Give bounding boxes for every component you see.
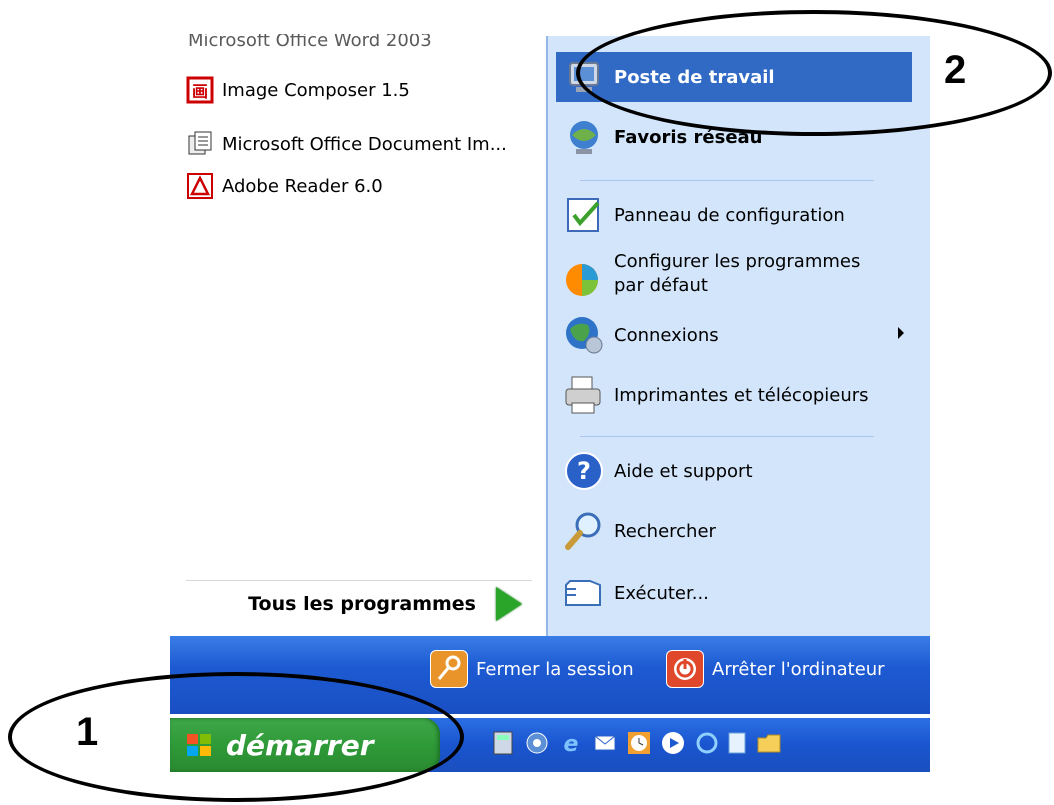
network-places-icon [562, 115, 606, 159]
internet-explorer-icon[interactable]: e [558, 730, 584, 757]
outlook-icon[interactable] [592, 730, 618, 756]
separator [580, 436, 874, 437]
aide-label: Aide et support [614, 460, 753, 482]
fermer-session-button[interactable]: Fermer la session [430, 650, 634, 688]
partial-program-item[interactable]: Microsoft Office Word 2003 [188, 34, 488, 50]
imprimantes-item[interactable]: Imprimantes et télécopieurs [562, 370, 869, 420]
partial-item-label: Microsoft Office Word 2003 [188, 34, 432, 50]
connexions-label: Connexions [614, 324, 719, 346]
separator [580, 180, 874, 181]
configurer-label-line1: Configurer les programmes [614, 251, 861, 272]
connexions-item[interactable]: Connexions [562, 310, 719, 360]
printer-icon [562, 373, 606, 417]
program-label: Adobe Reader 6.0 [222, 175, 383, 197]
configurer-programmes-item[interactable]: Configurer les programmes par défaut [562, 250, 860, 306]
search-icon[interactable] [694, 730, 720, 756]
run-icon [562, 571, 606, 615]
panneau-de-configuration-item[interactable]: Panneau de configuration [562, 192, 845, 238]
key-icon [430, 650, 468, 688]
rechercher-item[interactable]: Rechercher [562, 506, 716, 556]
help-icon: ? [562, 449, 606, 493]
imprimantes-label: Imprimantes et télécopieurs [614, 384, 869, 406]
notepad-icon[interactable] [724, 730, 750, 756]
search-magnifier-icon [562, 509, 606, 553]
program-item-adobe-reader[interactable]: Adobe Reader 6.0 [186, 168, 383, 204]
clock-icon[interactable] [626, 730, 652, 756]
folder-icon[interactable] [756, 730, 782, 756]
rechercher-label: Rechercher [614, 520, 716, 542]
all-programs-label: Tous les programmes [248, 593, 476, 615]
annotation-number-1: 1 [76, 710, 99, 754]
program-item-image-composer[interactable]: 画 Image Composer 1.5 [186, 72, 410, 108]
panneau-label: Panneau de configuration [614, 204, 845, 226]
executer-label: Exécuter... [614, 582, 709, 604]
annotation-oval-2 [576, 10, 1052, 136]
submenu-arrow-icon [898, 327, 904, 339]
default-programs-icon [562, 258, 606, 302]
connections-globe-icon [562, 313, 606, 357]
document-imaging-icon [186, 130, 214, 158]
svg-text:?: ? [577, 457, 591, 485]
program-label: Image Composer 1.5 [222, 79, 410, 101]
gear-app-icon[interactable] [524, 730, 550, 756]
svg-text:画: 画 [192, 82, 208, 101]
adobe-reader-icon [186, 172, 214, 200]
program-item-document-imaging[interactable]: Microsoft Office Document Im... [186, 126, 507, 162]
all-programs-button[interactable]: Tous les programmes [186, 580, 532, 627]
arreter-ordinateur-button[interactable]: Arrêter l'ordinateur [666, 650, 885, 688]
svg-text:e: e [564, 732, 579, 756]
executer-item[interactable]: Exécuter... [562, 570, 709, 616]
configurer-label-group: Configurer les programmes par défaut [614, 250, 860, 298]
green-arrow-icon [496, 587, 522, 621]
image-composer-icon: 画 [186, 76, 214, 104]
arreter-label: Arrêter l'ordinateur [712, 658, 885, 680]
program-label: Microsoft Office Document Im... [222, 133, 507, 155]
annotation-number-2: 2 [944, 48, 967, 92]
configurer-label-line2: par défaut [614, 275, 708, 296]
media-player-icon[interactable] [660, 730, 686, 756]
calculator-icon[interactable] [490, 730, 516, 756]
control-panel-icon [562, 193, 606, 237]
aide-et-support-item[interactable]: ? Aide et support [562, 448, 753, 494]
fermer-label: Fermer la session [476, 658, 634, 680]
power-icon [666, 650, 704, 688]
